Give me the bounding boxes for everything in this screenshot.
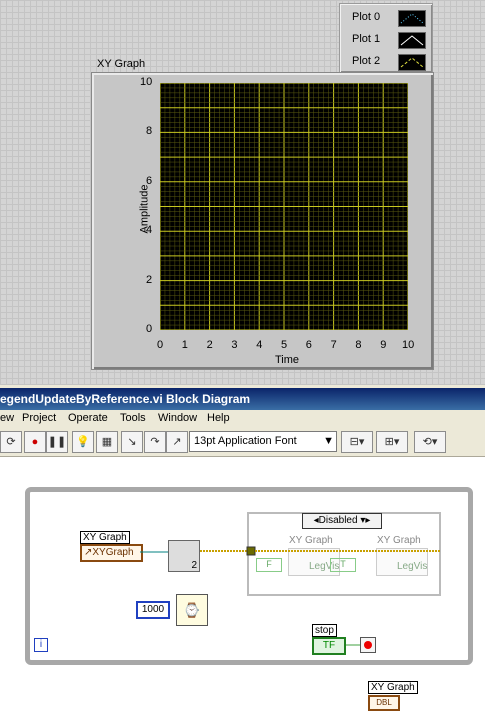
pause-icon[interactable]: ❚❚: [46, 431, 68, 453]
x-tick-label: 8: [355, 339, 362, 351]
xy-graph-plot-area[interactable]: [160, 83, 408, 330]
graph-label: XY Graph: [97, 58, 146, 70]
x-tick-label: 4: [256, 339, 263, 351]
iteration-label: i: [39, 639, 43, 650]
x-tick-label: 10: [402, 339, 415, 351]
legend-label: Plot 0: [352, 11, 381, 23]
xy-graph-terminal-label: XY Graph: [368, 681, 418, 694]
y-tick-label: 4: [146, 224, 153, 237]
menu-bar: ew Project Operate Tools Window Help: [0, 410, 485, 428]
plot-2-swatch-icon: [398, 54, 426, 71]
x-tick-label: 1: [181, 339, 188, 351]
align-icon[interactable]: ⊟▾: [341, 431, 373, 453]
legend-item-plot-2[interactable]: Plot 2: [348, 52, 428, 72]
plot-1-swatch-icon: [398, 32, 426, 49]
stop-label: stop: [312, 624, 337, 637]
stop-terminal[interactable]: TF: [312, 637, 346, 655]
highlight-icon[interactable]: 💡: [72, 431, 94, 453]
legend-label: Plot 1: [352, 33, 381, 45]
legend-item-plot-0[interactable]: Plot 0: [348, 8, 428, 28]
plot-legend[interactable]: Plot 0 Plot 1 Plot 2: [339, 3, 433, 73]
step-out-icon[interactable]: ↗: [166, 431, 188, 453]
abort-icon[interactable]: ●: [24, 431, 46, 453]
wait-ms-icon[interactable]: ⌚: [176, 594, 208, 626]
menu-operate[interactable]: Operate: [68, 412, 108, 424]
y-tick-label: 6: [146, 174, 153, 187]
window-title-bar[interactable]: egendUpdateByReference.vi Block Diagram: [0, 385, 485, 410]
menu-project[interactable]: Project: [22, 412, 56, 424]
menu-window[interactable]: Window: [158, 412, 197, 424]
menu-view[interactable]: ew: [0, 412, 14, 424]
front-panel: Plot 0 Plot 1 Plot 2 XY Graph Amplitude …: [0, 0, 485, 385]
window-title: egendUpdateByReference.vi Block Diagram: [0, 392, 251, 406]
xy-graph-terminal[interactable]: DBL: [368, 695, 400, 711]
x-tick-label: 0: [157, 339, 164, 351]
xy-graph-terminal-type: DBL: [376, 698, 392, 707]
reorder-icon[interactable]: ⟲▾: [414, 431, 446, 453]
legend-label: Plot 2: [352, 55, 381, 67]
iteration-terminal[interactable]: i: [34, 638, 48, 652]
y-tick-label: 10: [140, 76, 153, 88]
y-tick-label: 8: [146, 125, 153, 138]
x-tick-label: 5: [281, 339, 288, 351]
plot-0-swatch-icon: [398, 10, 426, 27]
step-into-icon[interactable]: ↘: [121, 431, 143, 453]
y-tick-label: 0: [146, 323, 153, 335]
legend-item-plot-1[interactable]: Plot 1: [348, 30, 428, 50]
retain-wire-icon[interactable]: ▦: [96, 431, 118, 453]
x-tick-label: 7: [330, 339, 337, 351]
wait-value: 1000: [141, 604, 165, 615]
run-continuously-icon[interactable]: ⟳: [0, 431, 22, 453]
x-axis-label: Time: [275, 354, 300, 366]
step-over-icon[interactable]: ↷: [144, 431, 166, 453]
y-tick-label: 2: [146, 273, 153, 286]
stop-terminal-label: TF: [322, 640, 336, 651]
x-tick-label: 3: [231, 339, 238, 351]
x-tick-label: 9: [380, 339, 387, 351]
font-selector[interactable]: 13pt Application Font ▼: [189, 431, 337, 452]
font-selector-value: 13pt Application Font: [194, 435, 297, 447]
x-tick-label: 6: [305, 339, 312, 351]
menu-tools[interactable]: Tools: [120, 412, 146, 424]
x-tick-label: 2: [206, 339, 213, 351]
menu-help[interactable]: Help: [207, 412, 230, 424]
wait-constant[interactable]: 1000: [136, 601, 170, 619]
loop-condition-icon[interactable]: [360, 637, 376, 653]
chevron-down-icon: ▼: [323, 435, 334, 447]
distribute-icon[interactable]: ⊞▾: [376, 431, 408, 453]
